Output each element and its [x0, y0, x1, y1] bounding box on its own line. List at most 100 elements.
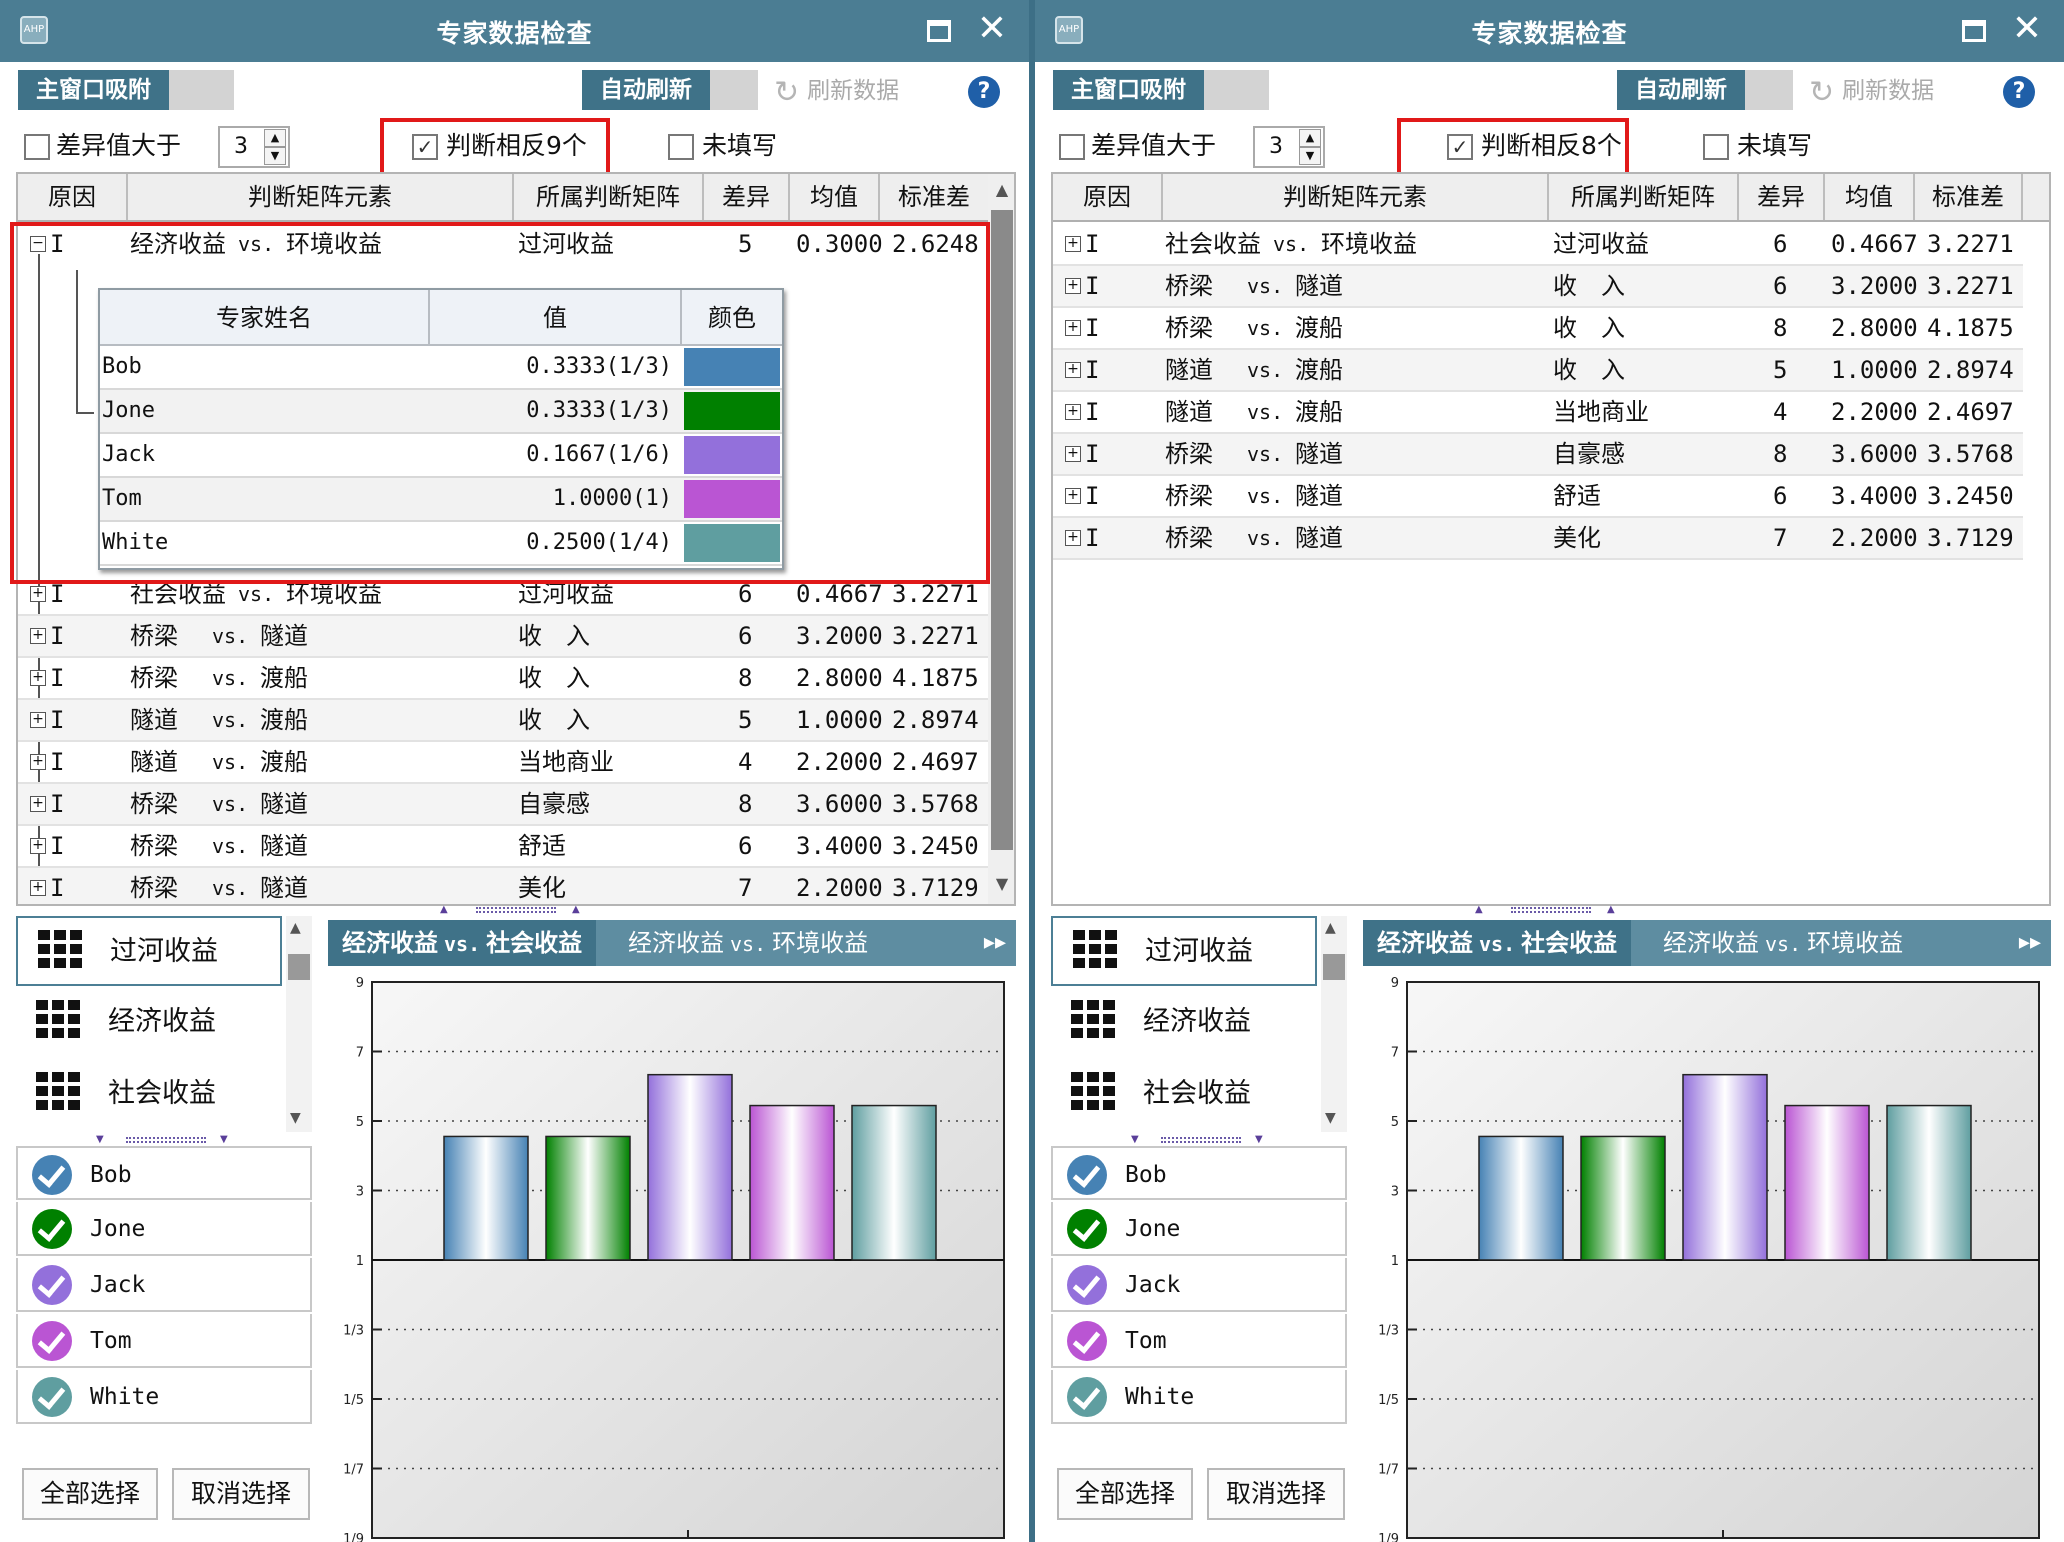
expand-icon[interactable]: + [1065, 320, 1081, 336]
help-icon[interactable]: ? [968, 76, 1000, 108]
table-row[interactable]: + I 社会收益 vs. 环境收益 过河收益 6 0.4667 3.2271 [1053, 224, 2023, 266]
maximize-icon[interactable] [1962, 20, 1986, 42]
stepper-down-icon[interactable]: ▼ [264, 147, 286, 165]
expert-list-item[interactable]: Bob [16, 1146, 312, 1200]
tab-pair-1[interactable]: 经济收益 vs. 社会收益 [328, 920, 597, 966]
diff-greater-checkbox[interactable] [1059, 134, 1085, 160]
expand-icon[interactable]: + [1065, 446, 1081, 462]
col-mean[interactable]: 均值 [790, 174, 880, 220]
table-row[interactable]: + I 桥梁 vs. 隧道 美化 7 2.2000 3.7129 [18, 868, 988, 904]
col-reason[interactable]: 原因 [1053, 174, 1163, 220]
splitter-handle[interactable]: ▼ ▼ [96, 1134, 236, 1146]
col-matrix[interactable]: 所属判断矩阵 [514, 174, 704, 220]
expand-icon[interactable]: + [1065, 236, 1081, 252]
close-icon[interactable]: ✕ [2012, 10, 2042, 48]
col-element[interactable]: 判断矩阵元素 [128, 174, 514, 220]
refresh-data-button[interactable]: ↻ 刷新数据 [1809, 74, 1934, 110]
auto-refresh-button[interactable]: 自动刷新 [582, 70, 758, 110]
expert-list-item[interactable]: Jone [1051, 1202, 1347, 1256]
attach-main-window-button[interactable]: 主窗口吸附 [18, 70, 234, 110]
auto-refresh-button[interactable]: 自动刷新 [1617, 70, 1793, 110]
table-row[interactable]: + I 隧道 vs. 渡船 收 入 5 1.0000 2.8974 [1053, 350, 2023, 392]
expert-list-item[interactable]: Tom [16, 1314, 312, 1368]
table-row[interactable]: + I 隧道 vs. 渡船 收 入 5 1.0000 2.8974 [18, 700, 988, 742]
tab-pair-2[interactable]: 经济收益 vs. 环境收益 [614, 920, 882, 966]
check-icon[interactable] [1067, 1321, 1107, 1361]
more-tabs-icon[interactable]: ▸▸ [984, 920, 1006, 966]
close-icon[interactable]: ✕ [977, 10, 1007, 48]
splitter-handle[interactable]: ▼ ▼ [1131, 1134, 1271, 1146]
attach-main-window-button[interactable]: 主窗口吸附 [1053, 70, 1269, 110]
category-scrollbar[interactable]: ▲ ▼ [286, 916, 312, 1132]
check-icon[interactable] [1067, 1155, 1107, 1195]
expand-icon[interactable]: + [30, 670, 46, 686]
matrix-category-item[interactable]: 经济收益 [1051, 988, 1317, 1058]
col-reason[interactable]: 原因 [18, 174, 128, 220]
unfilled-checkbox[interactable] [668, 134, 694, 160]
expand-icon[interactable]: + [1065, 530, 1081, 546]
splitter-handle[interactable]: ▲ ▲ [440, 904, 590, 916]
table-scrollbar[interactable]: ▲ ▼ [988, 174, 1014, 904]
col-element[interactable]: 判断矩阵元素 [1163, 174, 1549, 220]
expand-icon[interactable]: + [30, 838, 46, 854]
refresh-data-button[interactable]: ↻ 刷新数据 [774, 74, 899, 110]
expand-icon[interactable]: + [30, 586, 46, 602]
expert-list-item[interactable]: Jack [16, 1258, 312, 1312]
check-icon[interactable] [1067, 1209, 1107, 1249]
scroll-up-icon[interactable]: ▲ [988, 180, 1014, 202]
expert-list-item[interactable]: Bob [1051, 1146, 1347, 1200]
check-icon[interactable] [32, 1321, 72, 1361]
matrix-category-item[interactable]: 过河收益 [1051, 916, 1317, 986]
scroll-up-icon[interactable]: ▲ [290, 920, 301, 936]
category-scrollbar[interactable]: ▲ ▼ [1321, 916, 1347, 1132]
check-icon[interactable] [32, 1209, 72, 1249]
col-mean[interactable]: 均值 [1825, 174, 1915, 220]
check-icon[interactable] [1067, 1265, 1107, 1305]
table-row[interactable]: + I 桥梁 vs. 渡船 收 入 8 2.8000 4.1875 [1053, 308, 2023, 350]
deselect-all-button[interactable]: 取消选择 [1207, 1468, 1345, 1520]
col-matrix[interactable]: 所属判断矩阵 [1549, 174, 1739, 220]
table-row[interactable]: + I 桥梁 vs. 隧道 舒适 6 3.4000 3.2450 [18, 826, 988, 868]
expand-icon[interactable]: + [1065, 362, 1081, 378]
select-all-button[interactable]: 全部选择 [1057, 1468, 1193, 1520]
table-row[interactable]: + I 隧道 vs. 渡船 当地商业 4 2.2000 2.4697 [18, 742, 988, 784]
diff-threshold-stepper[interactable]: 3 ▲ ▼ [1253, 126, 1325, 168]
diff-threshold-stepper[interactable]: 3 ▲ ▼ [218, 126, 290, 168]
expert-list-item[interactable]: Tom [1051, 1314, 1347, 1368]
splitter-handle[interactable]: ▲ ▲ [1475, 904, 1625, 916]
scroll-up-icon[interactable]: ▲ [1325, 920, 1336, 936]
unfilled-checkbox[interactable] [1703, 134, 1729, 160]
select-all-button[interactable]: 全部选择 [22, 1468, 158, 1520]
stepper-down-icon[interactable]: ▼ [1299, 147, 1321, 165]
table-row[interactable]: + I 桥梁 vs. 隧道 收 入 6 3.2000 3.2271 [1053, 266, 2023, 308]
expert-list-item[interactable]: White [1051, 1370, 1347, 1424]
expert-list-item[interactable]: Jone [16, 1202, 312, 1256]
table-row[interactable]: + I 隧道 vs. 渡船 当地商业 4 2.2000 2.4697 [1053, 392, 2023, 434]
expand-icon[interactable]: + [1065, 488, 1081, 504]
expand-icon[interactable]: + [30, 754, 46, 770]
check-icon[interactable] [1067, 1377, 1107, 1417]
table-row[interactable]: + I 桥梁 vs. 隧道 收 入 6 3.2000 3.2271 [18, 616, 988, 658]
stepper-up-icon[interactable]: ▲ [264, 129, 286, 147]
expand-icon[interactable]: + [1065, 278, 1081, 294]
table-row[interactable]: + I 桥梁 vs. 隧道 舒适 6 3.4000 3.2450 [1053, 476, 2023, 518]
tab-pair-2[interactable]: 经济收益 vs. 环境收益 [1649, 920, 1917, 966]
check-icon[interactable] [32, 1155, 72, 1195]
table-row[interactable]: + I 桥梁 vs. 隧道 自豪感 8 3.6000 3.5768 [18, 784, 988, 826]
table-row[interactable]: + I 桥梁 vs. 隧道 自豪感 8 3.6000 3.5768 [1053, 434, 2023, 476]
expert-list-item[interactable]: White [16, 1370, 312, 1424]
matrix-category-item[interactable]: 社会收益 [1051, 1060, 1317, 1130]
stepper-up-icon[interactable]: ▲ [1299, 129, 1321, 147]
check-icon[interactable] [32, 1265, 72, 1305]
col-std[interactable]: 标准差 [880, 174, 988, 220]
col-diff[interactable]: 差异 [1739, 174, 1825, 220]
scroll-thumb[interactable] [1323, 954, 1345, 980]
maximize-icon[interactable] [927, 20, 951, 42]
diff-greater-checkbox[interactable] [24, 134, 50, 160]
matrix-category-item[interactable]: 经济收益 [16, 988, 282, 1058]
more-tabs-icon[interactable]: ▸▸ [2019, 920, 2041, 966]
expand-icon[interactable]: + [30, 712, 46, 728]
scroll-down-icon[interactable]: ▼ [1325, 1110, 1336, 1126]
expert-list-item[interactable]: Jack [1051, 1258, 1347, 1312]
col-diff[interactable]: 差异 [704, 174, 790, 220]
